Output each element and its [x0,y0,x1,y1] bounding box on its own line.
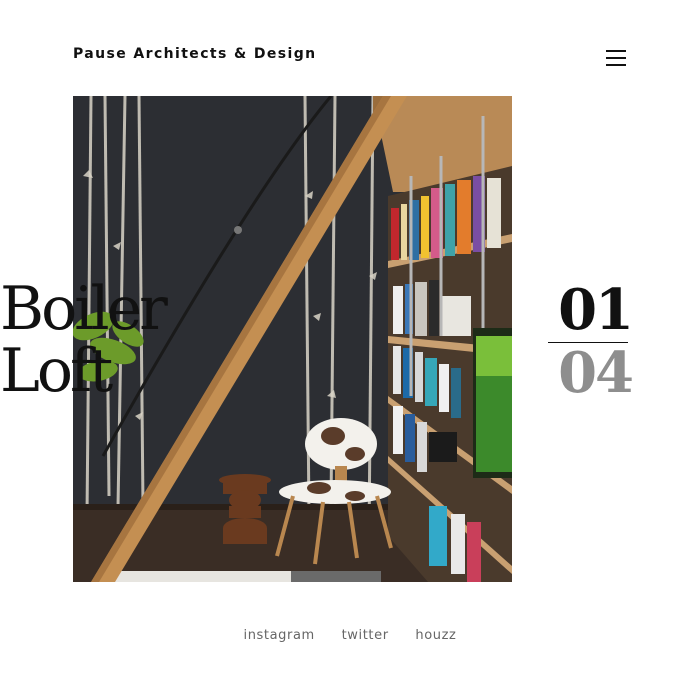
brand-logo[interactable]: Pause Architects & Design [73,46,317,62]
total-slide-number: 04 [558,340,634,406]
social-links: instagram twitter houzz [0,628,700,643]
hamburger-menu-icon[interactable] [602,48,630,68]
project-title[interactable]: Boiler Loft [0,274,168,406]
current-slide-number: 01 [558,277,634,343]
project-title-line-2: Loft [0,336,113,406]
slide-counter: 01 04 [540,277,634,406]
houzz-link[interactable]: houzz [415,628,456,643]
twitter-link[interactable]: twitter [342,628,389,643]
instagram-link[interactable]: instagram [244,628,315,643]
project-title-line-1: Boiler [0,274,168,344]
